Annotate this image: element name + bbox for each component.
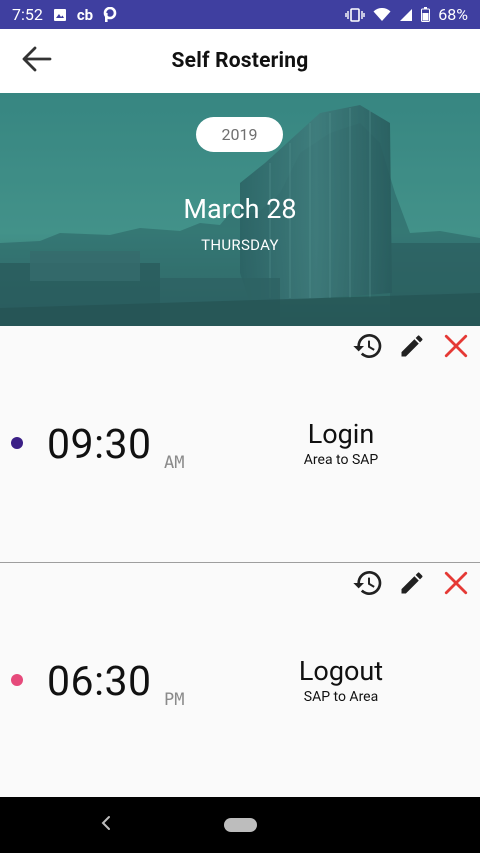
selected-weekday: THURSDAY	[201, 236, 279, 254]
entry-label: Logout	[298, 655, 384, 687]
status-dot	[11, 674, 23, 686]
p-icon	[103, 6, 117, 23]
cb-icon: cb	[76, 5, 94, 24]
history-icon	[352, 330, 384, 366]
entry-time: 09:30	[47, 421, 152, 469]
entry-route: SAP to Area	[303, 689, 379, 705]
year-selector[interactable]: 2019	[196, 117, 283, 152]
battery-icon	[421, 7, 431, 22]
history-button[interactable]	[350, 567, 386, 603]
date-hero: 2019 March 28 THURSDAY	[0, 93, 480, 326]
close-icon	[443, 570, 469, 600]
page-title: Self Rostering	[171, 49, 309, 73]
entry-actions	[350, 567, 474, 603]
edit-button[interactable]	[394, 330, 430, 366]
image-icon	[53, 8, 67, 22]
nav-home-pill[interactable]	[224, 818, 257, 832]
history-button[interactable]	[350, 330, 386, 366]
edit-button[interactable]	[394, 567, 430, 603]
history-icon	[352, 567, 384, 603]
vibrate-icon	[345, 7, 365, 22]
status-time: 7:52	[12, 5, 43, 24]
entry-meridiem: PM	[164, 690, 185, 710]
arrow-back-icon	[20, 45, 52, 77]
edit-icon	[398, 332, 426, 364]
nav-back-button[interactable]	[94, 811, 118, 839]
entry-time: 06:30	[47, 658, 152, 706]
status-dot	[11, 437, 23, 449]
back-button[interactable]	[16, 43, 56, 79]
delete-button[interactable]	[438, 567, 474, 603]
chevron-left-icon	[100, 815, 112, 835]
entry-label-group: Logout SAP to Area	[262, 655, 420, 705]
selected-date: March 28	[183, 193, 297, 225]
entry-route: Area to SAP	[303, 452, 379, 468]
entry-label-group: Login Area to SAP	[262, 418, 420, 468]
delete-button[interactable]	[438, 330, 474, 366]
entry-meridiem: AM	[164, 453, 185, 473]
close-icon	[443, 333, 469, 363]
entry-label: Login	[307, 418, 375, 450]
battery-percent: 68%	[438, 5, 468, 24]
status-bar: 7:52 cb 68%	[0, 0, 480, 29]
app-bar: Self Rostering	[0, 29, 480, 93]
system-nav-bar	[0, 797, 480, 853]
entry-actions	[350, 330, 474, 366]
signal-icon	[399, 8, 413, 22]
wifi-icon	[373, 7, 391, 22]
edit-icon	[398, 569, 426, 601]
roster-entry: 09:30 AM Login Area to SAP	[0, 326, 480, 562]
roster-entry: 06:30 PM Logout SAP to Area	[0, 562, 480, 798]
